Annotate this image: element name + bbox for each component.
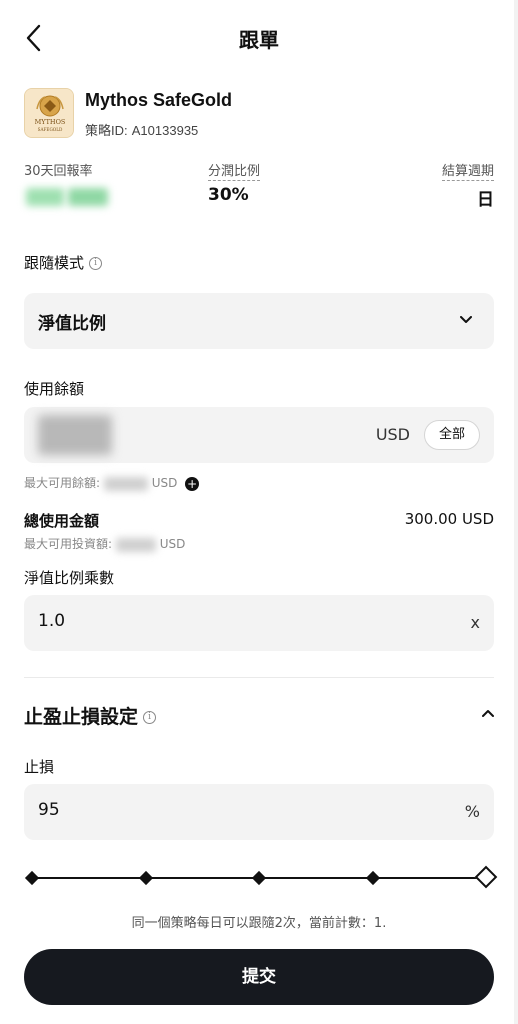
all-button[interactable]: 全部 [424, 420, 480, 450]
strategy-logo: MYTHOS SAFEGOLD [24, 88, 74, 138]
stop-loss-unit: % [464, 802, 480, 821]
slider-stop[interactable] [24, 870, 40, 886]
stop-loss-input[interactable]: 95 % [24, 784, 494, 840]
max-balance-unit: USD [151, 476, 178, 490]
strategy-id-label: 策略ID: [85, 123, 128, 138]
info-icon[interactable]: i [89, 257, 103, 270]
multiplier-input[interactable]: 1.0 x [24, 595, 494, 651]
header: 跟單 [0, 0, 518, 76]
max-invest-label: 最大可用投資額: [24, 537, 113, 551]
slider-stop[interactable] [138, 870, 154, 886]
max-balance-blurred [103, 476, 148, 491]
stop-loss-value: 95 [38, 800, 60, 820]
follow-order-page: 跟單 MYTHOS SAFEGOLD Mythos SafeGold 策略ID:… [0, 0, 518, 1024]
strategy-id-row: 策略ID: A10133935 [85, 120, 198, 139]
strategy-id-value: A10133935 [131, 123, 199, 138]
follow-mode-selected: 淨值比例 [38, 314, 106, 334]
section-divider [24, 677, 494, 678]
max-balance-label: 最大可用餘額: [24, 476, 101, 490]
period-label: 結算週期 [441, 160, 494, 181]
plus-icon[interactable]: + [185, 476, 200, 491]
follow-mode-select[interactable]: 淨值比例 [24, 293, 494, 349]
scroll-edge [514, 0, 518, 1024]
stop-loss-label: 止損 [24, 758, 55, 776]
stop-loss-slider[interactable] [24, 865, 498, 890]
follow-mode-label-row: 跟隨模式 i [24, 252, 103, 273]
balance-label: 使用餘額 [24, 380, 85, 398]
balance-value-blurred [38, 415, 112, 455]
info-icon[interactable]: i [143, 711, 157, 724]
slider-stop[interactable] [251, 870, 267, 886]
strategy-logo-image: MYTHOS SAFEGOLD [25, 89, 73, 137]
max-invest-blurred [115, 537, 156, 552]
multiplier-label: 淨值比例乘數 [24, 569, 115, 587]
return-value-blurred-2 [68, 188, 108, 206]
total-value: 300.00 USD [404, 510, 494, 528]
follow-count-notice: 同一個策略每日可以跟隨2次，當前計數：1. [131, 916, 387, 931]
follow-mode-label: 跟隨模式 [24, 254, 85, 272]
share-label: 分潤比例 [208, 160, 261, 181]
logo-text-top: MYTHOS [35, 118, 66, 126]
logo-text-bottom: SAFEGOLD [38, 127, 63, 132]
balance-unit: USD [375, 425, 410, 444]
tp-sl-title: 止盈止損設定 [24, 706, 139, 728]
multiplier-value: 1.0 [38, 611, 66, 631]
multiplier-unit: x [470, 613, 480, 632]
tp-sl-title-row: 止盈止損設定 i [24, 702, 157, 729]
share-value: 30% [208, 185, 249, 205]
balance-input[interactable]: USD 全部 [24, 407, 494, 463]
max-balance-hint: 最大可用餘額: USD + [24, 474, 200, 491]
max-invest-hint: 最大可用投資額: USD [24, 535, 185, 552]
period-value: 日 [477, 190, 494, 210]
max-invest-unit: USD [159, 537, 186, 551]
slider-thumb[interactable] [474, 865, 498, 889]
return-value-blurred [26, 188, 64, 206]
slider-stop[interactable] [365, 870, 381, 886]
chevron-up-icon[interactable] [482, 709, 494, 717]
strategy-name: Mythos SafeGold [85, 90, 233, 110]
chevron-down-icon [460, 316, 472, 323]
page-title: 跟單 [239, 28, 279, 52]
total-label: 總使用金額 [24, 512, 100, 530]
return-label: 30天回報率 [24, 164, 93, 179]
submit-button[interactable]: 提交 [24, 949, 494, 1005]
